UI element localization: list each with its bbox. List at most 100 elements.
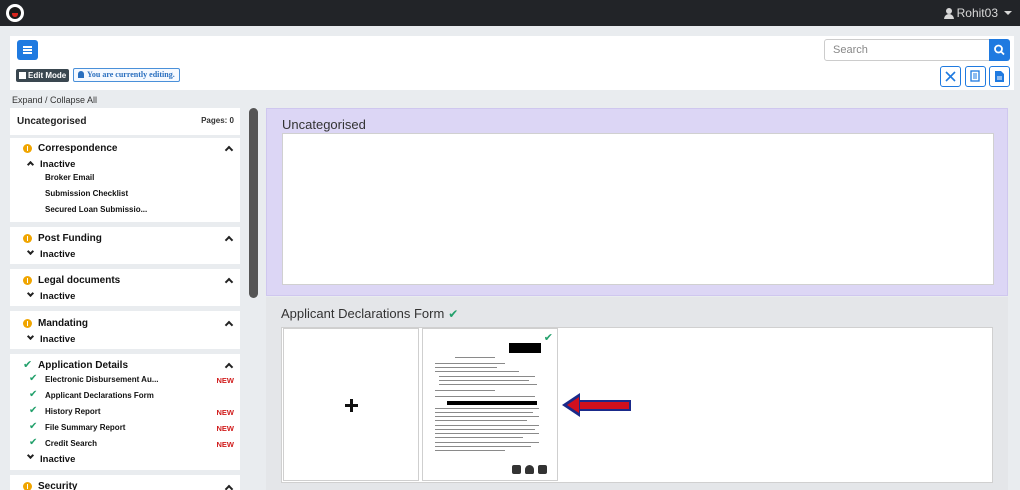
sidebar-group-mandating: Mandating Inactive (10, 311, 240, 349)
tile-actions (512, 465, 547, 474)
status-toggle[interactable]: Inactive (40, 334, 75, 345)
preview-line (435, 437, 523, 438)
chevron-up-icon[interactable] (26, 160, 35, 169)
preview-line (435, 412, 533, 413)
document-button[interactable] (989, 66, 1010, 87)
chevron-down-icon[interactable] (26, 332, 35, 341)
document-thumbnail-tile[interactable]: ✔ (422, 328, 558, 481)
preview-line (455, 357, 495, 358)
editing-notice-badge: You are currently editing. (73, 68, 180, 82)
check-icon: ✔ (448, 307, 459, 321)
group-title[interactable]: Post Funding (38, 233, 102, 244)
sidebar-document-item[interactable]: Secured Loan Submissio... (45, 205, 147, 214)
status-toggle[interactable]: Inactive (40, 454, 75, 465)
search-button[interactable] (989, 39, 1010, 61)
user-icon (78, 71, 84, 78)
menu-icon-line (23, 52, 32, 54)
sidebar-document-item[interactable]: Electronic Disbursement Au... (45, 375, 159, 384)
preview-line (435, 446, 531, 447)
category-sidebar: Uncategorised Pages: 0 Correspondence In… (10, 108, 240, 490)
caret-down-icon (1004, 11, 1012, 15)
pages-count: Pages: 0 (201, 116, 234, 125)
chevron-up-icon[interactable] (224, 362, 234, 372)
user-name: Rohit03 (956, 6, 998, 20)
preview-line (435, 433, 539, 434)
chevron-up-icon[interactable] (224, 235, 234, 245)
search-input[interactable]: Search (824, 39, 990, 61)
main-content: Uncategorised Applicant Declarations For… (266, 108, 1008, 490)
info-icon (23, 276, 32, 285)
user-menu[interactable]: Rohit03 (943, 6, 1012, 20)
drop-zone[interactable] (282, 133, 994, 285)
annotation-arrow-head-fill (567, 397, 579, 413)
list-menu-button[interactable] (17, 40, 38, 60)
sidebar-document-item[interactable]: File Summary Report (45, 423, 125, 432)
section-title-text: Applicant Declarations Form (281, 306, 445, 321)
search-icon (994, 44, 1005, 56)
sidebar-document-item[interactable]: Credit Search (45, 439, 97, 448)
chevron-up-icon[interactable] (224, 277, 234, 287)
preview-line (435, 442, 539, 443)
chevron-up-icon[interactable] (224, 484, 234, 490)
check-icon: ✔ (543, 332, 553, 344)
group-title[interactable]: Application Details (38, 360, 128, 371)
copy-icon[interactable] (538, 465, 547, 474)
preview-line (435, 429, 535, 430)
sidebar-group-security: Security (10, 475, 240, 490)
sidebar-scrollbar[interactable] (249, 108, 258, 298)
new-badge: NEW (216, 440, 235, 449)
file-icon (995, 71, 1004, 82)
chevron-up-icon[interactable] (224, 320, 234, 330)
preview-line (439, 376, 535, 377)
user-icon (943, 7, 954, 19)
check-icon: ✔ (23, 359, 33, 371)
document-list-button[interactable] (965, 66, 986, 87)
uncategorised-title: Uncategorised (17, 116, 87, 127)
status-toggle[interactable]: Inactive (40, 249, 75, 260)
status-toggle[interactable]: Inactive (40, 291, 75, 302)
preview-line (435, 371, 519, 372)
menu-icon-line (23, 46, 32, 48)
close-edit-button[interactable] (940, 66, 961, 87)
chevron-down-icon[interactable] (26, 247, 35, 256)
app-logo[interactable] (6, 4, 24, 22)
group-title[interactable]: Legal documents (38, 275, 120, 286)
preview-line (435, 416, 539, 417)
check-icon: ✔ (29, 421, 38, 432)
sidebar-document-item[interactable]: Applicant Declarations Form (45, 391, 154, 400)
preview-line (435, 396, 535, 397)
sidebar-document-item[interactable]: History Report (45, 407, 101, 416)
settings-icon[interactable] (512, 465, 521, 474)
cloud-download-icon[interactable] (525, 465, 534, 474)
new-badge: NEW (216, 408, 235, 417)
expand-collapse-all-link[interactable]: Expand / Collapse All (12, 95, 97, 105)
add-document-tile[interactable] (283, 328, 419, 481)
preview-line (435, 420, 527, 421)
chevron-down-icon[interactable] (26, 289, 35, 298)
group-title[interactable]: Correspondence (38, 143, 117, 154)
status-toggle[interactable]: Inactive (40, 159, 75, 170)
check-icon: ✔ (29, 373, 38, 384)
sidebar-uncategorised-header[interactable]: Uncategorised Pages: 0 (10, 108, 240, 135)
check-icon: ✔ (29, 437, 38, 448)
group-title[interactable]: Mandating (38, 318, 88, 329)
annotation-arrow (577, 400, 631, 411)
sidebar-group-application-details: ✔ Application Details ✔ Electronic Disbu… (10, 354, 240, 470)
info-icon (23, 144, 32, 153)
new-badge: NEW (216, 376, 235, 385)
preview-line (435, 450, 505, 451)
chevron-down-icon[interactable] (26, 451, 35, 460)
editing-notice-text: You are currently editing. (87, 70, 175, 79)
sidebar-document-item[interactable]: Broker Email (45, 173, 94, 182)
sidebar-group-post-funding: Post Funding Inactive (10, 227, 240, 264)
sidebar-group-correspondence: Correspondence Inactive Broker Email Sub… (10, 138, 240, 222)
group-title[interactable]: Security (38, 481, 77, 490)
top-navbar: Rohit03 (0, 0, 1020, 26)
sidebar-document-item[interactable]: Submission Checklist (45, 189, 128, 198)
chevron-up-icon[interactable] (224, 145, 234, 155)
document-list-icon (970, 70, 980, 82)
redaction-block (447, 401, 537, 405)
edit-mode-badge: Edit Mode (16, 69, 70, 82)
close-icon (945, 71, 956, 82)
toolbar: Edit Mode You are currently editing. Sea… (10, 36, 1014, 90)
